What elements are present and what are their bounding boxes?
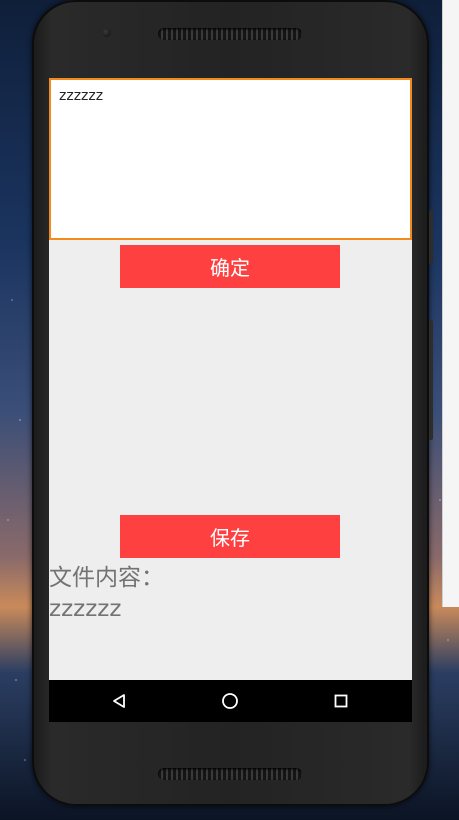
recents-nav-button[interactable] [311,680,371,722]
recents-square-icon [334,694,348,708]
save-button[interactable]: 保存 [120,515,340,558]
text-input-field[interactable] [49,78,412,240]
file-content-label: 文件内容： [49,565,164,591]
android-navigation-bar [49,680,412,722]
top-speaker [158,28,302,40]
back-nav-button[interactable] [89,680,149,722]
app-screen: 确定 保存 文件内容： zzzzzz [49,78,412,722]
home-circle-icon [222,693,238,709]
background-window-edge [442,0,459,607]
back-triangle-icon [113,694,125,708]
bottom-speaker [158,768,302,780]
confirm-button[interactable]: 确定 [120,245,340,288]
volume-button [429,210,433,265]
front-camera-icon [102,28,111,37]
power-button [429,320,433,440]
file-content-value: zzzzzz [49,596,122,622]
home-nav-button[interactable] [200,680,260,722]
